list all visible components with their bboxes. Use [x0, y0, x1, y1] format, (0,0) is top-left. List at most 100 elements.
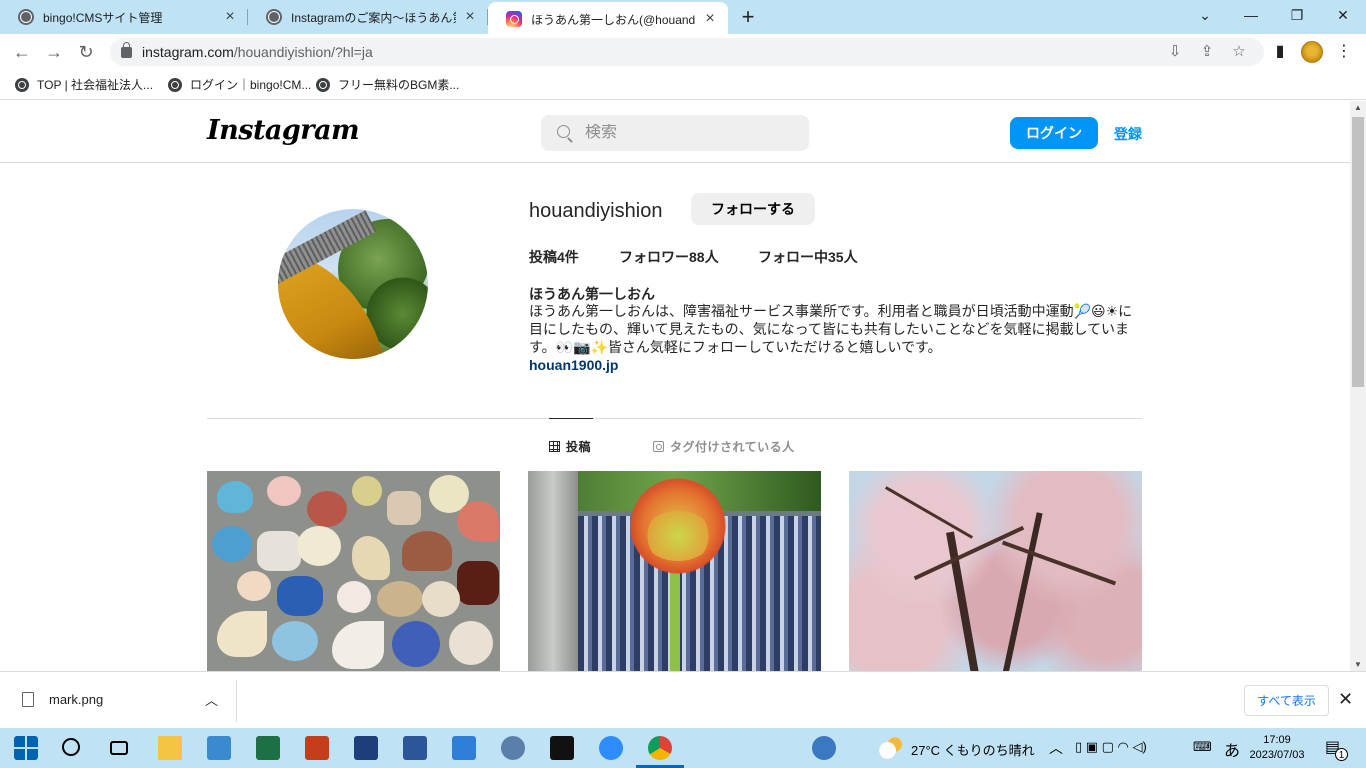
restore-button[interactable]: ❐ [1274, 0, 1320, 30]
post-thumbnail[interactable] [528, 471, 821, 671]
tray-icons[interactable]: ▯ ▣ ▢ ◠ ◁) [1075, 739, 1147, 755]
back-button[interactable]: ← [10, 40, 34, 64]
ime-indicator[interactable]: あ [1224, 737, 1240, 761]
tab-instagram-profile[interactable]: ほうあん第一しおん(@houandiyishion) × [488, 2, 728, 36]
close-tab-icon[interactable]: × [462, 8, 478, 26]
globe-icon [15, 77, 29, 92]
show-all-downloads-button[interactable]: すべて表示 [1244, 685, 1329, 716]
bookmark-item[interactable]: ログイン｜bingo!CM... [168, 76, 311, 93]
file-explorer-icon[interactable] [158, 736, 182, 760]
url-path: /houandiyishion/?hl=ja [233, 44, 373, 60]
zoom-icon[interactable] [599, 736, 623, 760]
keyboard-icon[interactable]: ⌨ [1193, 739, 1212, 755]
tile-shape [387, 491, 421, 525]
chevron-up-icon[interactable]: ︿ [205, 690, 218, 709]
tab-search-icon[interactable]: ⌄ [1182, 0, 1228, 30]
notification-count-badge: 1 [1335, 748, 1348, 761]
close-tab-icon[interactable]: × [222, 8, 238, 26]
profile-website-link[interactable]: houan1900.jp [529, 357, 618, 373]
word-icon[interactable] [403, 736, 427, 760]
login-button[interactable]: ログイン [1010, 117, 1098, 149]
bookmark-item[interactable]: フリー無料のBGM素... [316, 76, 459, 93]
pole-image-part [528, 471, 578, 671]
search-icon [557, 125, 573, 141]
tab-instagram-guide[interactable]: Instagramのご案内〜ほうあん第一しおん × [248, 0, 488, 34]
instagram-logo[interactable]: Instagram [207, 115, 360, 146]
side-panel-icon[interactable]: ▮ [1268, 40, 1292, 64]
active-tab-indicator [549, 418, 593, 419]
tile-shape [277, 576, 323, 616]
bookmark-item[interactable]: TOP | 社会福祉法人... [15, 76, 153, 93]
tile-shape [337, 581, 371, 613]
tab-posts[interactable]: 投稿 [549, 438, 591, 455]
followers-count[interactable]: フォロワー88人 [619, 247, 719, 267]
bookmark-label: ログイン｜bingo!CM... [190, 78, 312, 92]
search-icon[interactable] [62, 738, 80, 756]
forward-button[interactable]: → [42, 40, 66, 64]
post-thumbnail[interactable] [849, 471, 1142, 671]
download-filename: mark.png [49, 692, 104, 707]
bookmark-star-icon[interactable]: ☆ [1228, 42, 1250, 60]
tile-shape [257, 531, 301, 571]
weather-text[interactable]: 27°C くもりのち晴れ [911, 740, 1035, 759]
profile-avatar[interactable] [1301, 41, 1323, 63]
app-icon[interactable] [501, 736, 525, 760]
reload-button[interactable]: ↻ [74, 40, 98, 64]
minimize-button[interactable]: — [1228, 0, 1274, 30]
weather-icon[interactable] [878, 736, 902, 760]
post-thumbnail[interactable] [207, 471, 500, 671]
search-input[interactable] [585, 124, 785, 142]
following-count[interactable]: フォロー中35人 [758, 247, 858, 267]
tile-shape [392, 621, 440, 667]
new-tab-button[interactable]: + [736, 4, 760, 30]
follow-button[interactable]: フォローする [691, 193, 815, 225]
powerpoint-icon[interactable] [305, 736, 329, 760]
menu-icon[interactable]: ⋮ [1332, 40, 1356, 64]
tile-shape [457, 501, 499, 541]
divider [236, 680, 237, 722]
download-item[interactable]: mark.png [22, 692, 103, 707]
system-clock[interactable]: 17:09 2023/07/03 [1248, 733, 1306, 763]
bookmark-label: TOP | 社会福祉法人... [37, 78, 154, 92]
url-text: instagram.com/houandiyishion/?hl=ja [142, 44, 373, 60]
bookmarks-bar: TOP | 社会福祉法人... ログイン｜bingo!CM... フリー無料のB… [0, 70, 1366, 100]
capture-app-icon[interactable] [550, 736, 574, 760]
browser-tab-strip: bingo!CMSサイト管理 × Instagramのご案内〜ほうあん第一しおん… [0, 0, 1366, 36]
control-panel-icon[interactable] [207, 736, 231, 760]
scroll-up-icon[interactable]: ▲ [1354, 103, 1362, 112]
excel-icon[interactable] [256, 736, 280, 760]
profile-bio: ほうあん第一しおんは、障害福祉サービス事業所です。利用者と職員が日頃活動中運動🎾… [529, 303, 1133, 355]
section-divider [207, 418, 1142, 419]
tile-shape [352, 476, 382, 506]
close-download-bar-icon[interactable]: ✕ [1338, 689, 1353, 710]
file-icon [22, 692, 34, 707]
share-icon[interactable]: ⇪ [1196, 42, 1218, 60]
chevron-up-icon[interactable]: ︿ [1049, 738, 1063, 758]
tab-bingo-cms[interactable]: bingo!CMSサイト管理 × [0, 0, 248, 34]
chrome-icon[interactable] [648, 736, 672, 760]
page-scrollbar[interactable]: ▲ ▼ [1350, 101, 1366, 671]
lock-icon[interactable] [121, 41, 132, 58]
profile-picture[interactable] [278, 209, 428, 359]
instagram-header: Instagram ログイン 登録 [0, 101, 1350, 163]
windows-taskbar: 27°C くもりのち晴れ ︿ ▯ ▣ ▢ ◠ ◁) ⌨ あ 17:09 2023… [0, 728, 1366, 768]
photoshop-elements-icon[interactable] [354, 736, 378, 760]
scroll-down-icon[interactable]: ▼ [1354, 660, 1362, 669]
install-app-icon[interactable]: ⇩ [1164, 42, 1186, 60]
close-window-button[interactable]: ✕ [1320, 0, 1366, 30]
tab-title: bingo!CMSサイト管理 [43, 10, 163, 25]
windows-start-icon[interactable] [14, 736, 38, 760]
bookmark-label: フリー無料のBGM素... [338, 78, 460, 92]
tile-shape [237, 571, 271, 601]
help-icon[interactable] [812, 736, 836, 760]
search-box[interactable] [541, 115, 809, 151]
photos-icon[interactable] [452, 736, 476, 760]
tab-tagged[interactable]: タグ付けされている人 [653, 438, 795, 455]
signup-link[interactable]: 登録 [1114, 124, 1142, 144]
scrollbar-thumb[interactable] [1352, 117, 1364, 387]
task-view-icon[interactable] [110, 741, 128, 755]
tagged-person-icon [653, 441, 664, 452]
address-bar[interactable]: instagram.com/houandiyishion/?hl=ja ⇩ ⇪ … [110, 38, 1264, 66]
tile-shape [267, 476, 301, 506]
close-tab-icon[interactable]: × [702, 10, 718, 28]
